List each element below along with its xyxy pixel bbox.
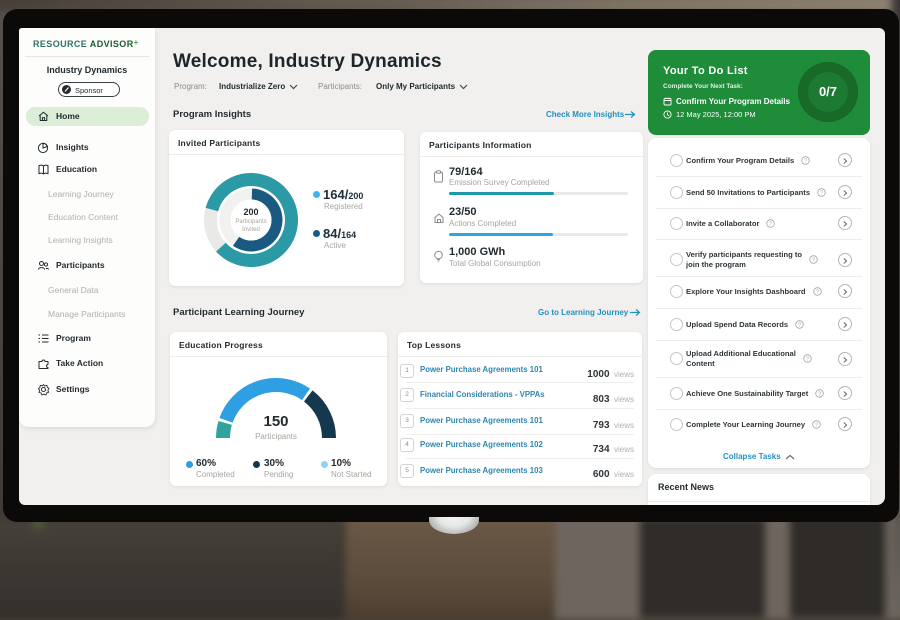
svg-text:?: ? <box>815 422 818 428</box>
svg-text:?: ? <box>812 258 815 264</box>
svg-text:?: ? <box>818 391 821 397</box>
svg-text:?: ? <box>804 158 807 164</box>
svg-text:?: ? <box>769 221 772 227</box>
svg-text:?: ? <box>816 289 819 295</box>
svg-text:?: ? <box>806 357 809 363</box>
svg-text:?: ? <box>798 322 801 328</box>
svg-text:?: ? <box>820 190 823 196</box>
